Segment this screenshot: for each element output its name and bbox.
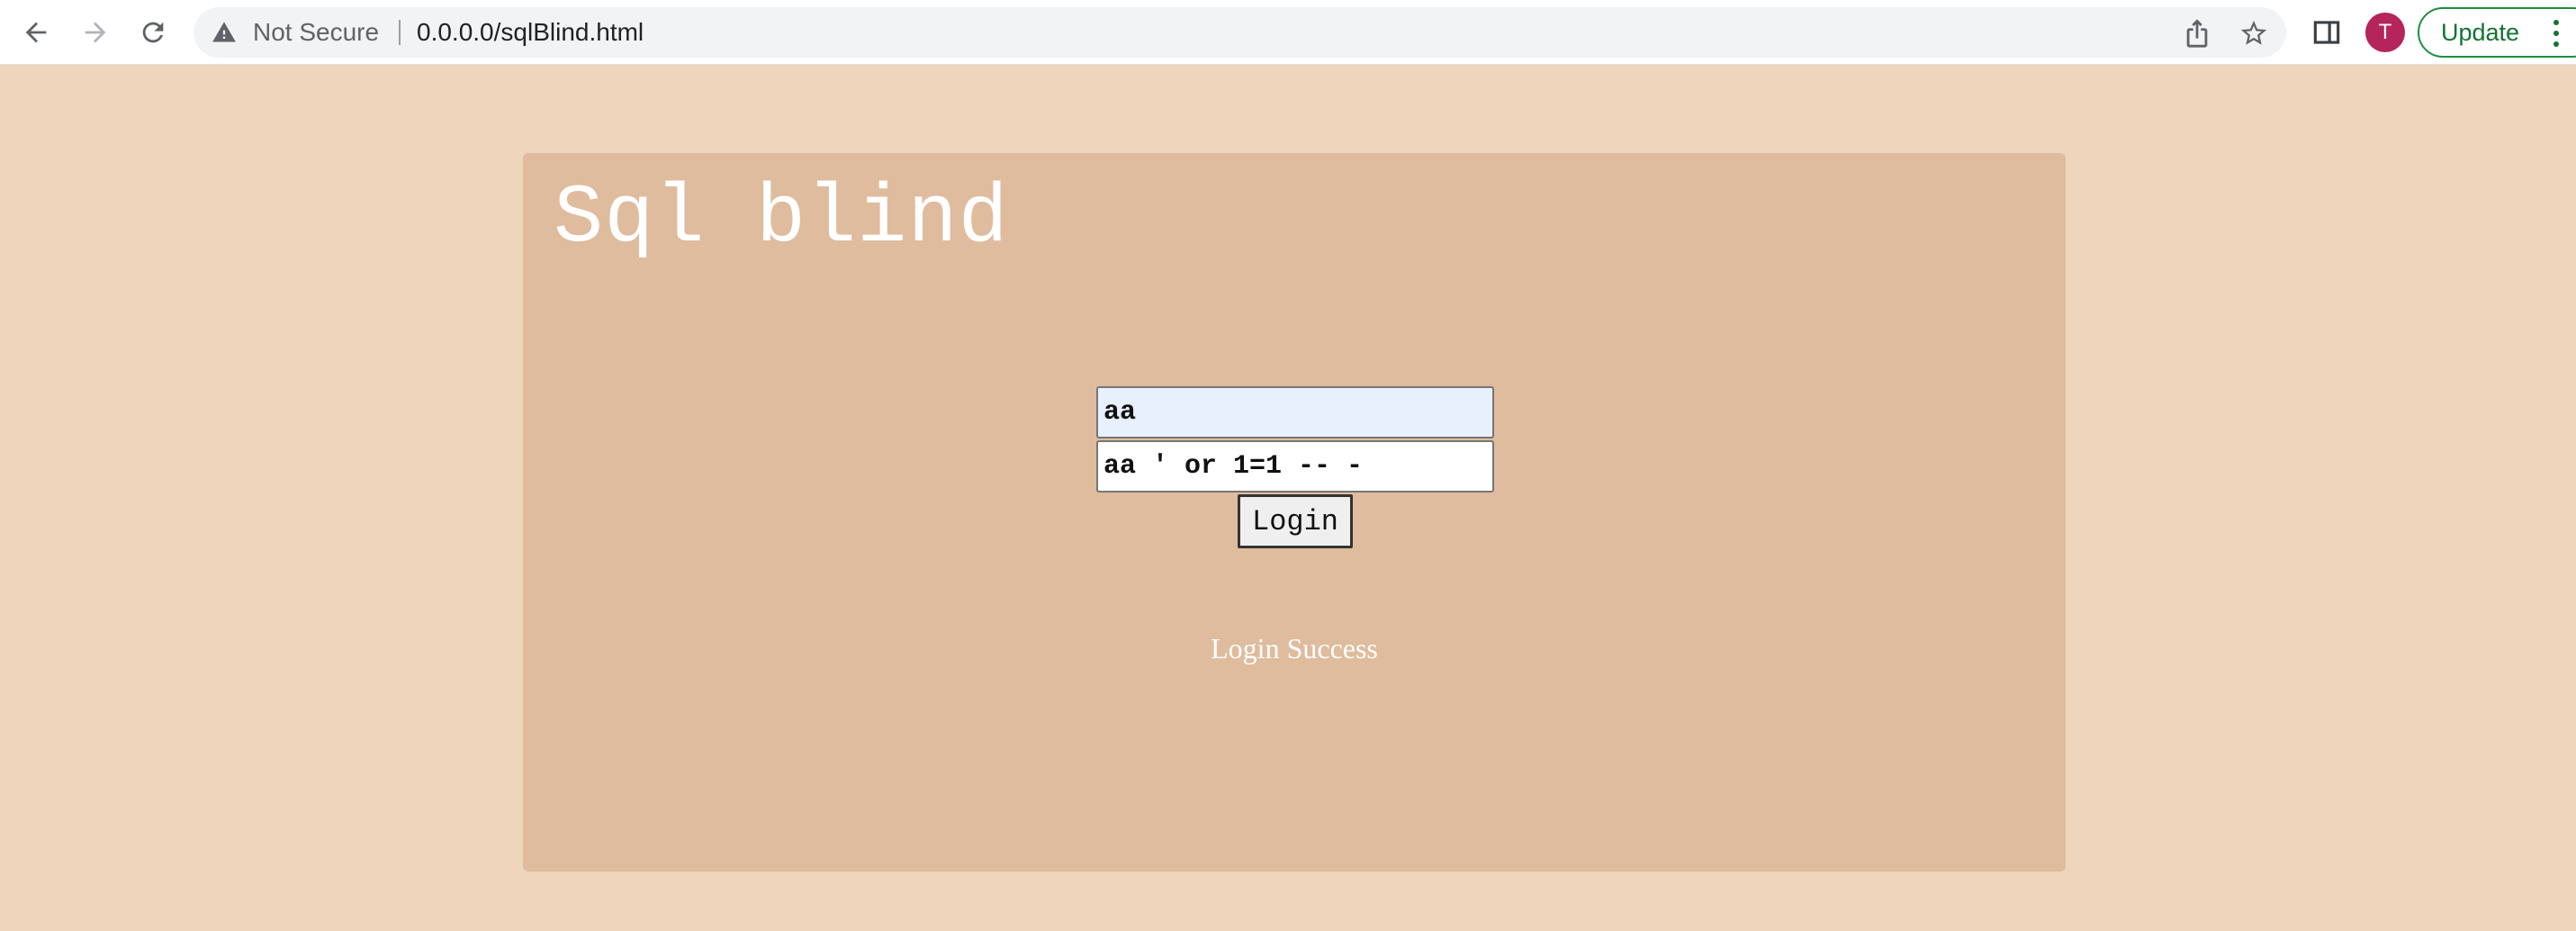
profile-avatar[interactable]: T — [2365, 13, 2405, 52]
warning-icon — [212, 22, 236, 42]
page-title: Sql blind — [554, 171, 1009, 266]
arrow-left-icon — [25, 22, 47, 43]
reload-button[interactable] — [135, 14, 171, 50]
bookmark-star-icon[interactable] — [2238, 18, 2269, 49]
arrow-right-icon — [85, 22, 106, 43]
side-panel-icon[interactable] — [2310, 15, 2344, 50]
omnibox-divider — [399, 20, 401, 45]
login-form: Login — [1096, 386, 1494, 548]
forward-button[interactable] — [77, 14, 113, 50]
password-input[interactable] — [1096, 440, 1494, 493]
reload-icon — [142, 22, 164, 43]
security-status[interactable]: Not Secure — [253, 7, 379, 58]
login-button[interactable]: Login — [1238, 494, 1353, 548]
more-menu-icon[interactable] — [2553, 18, 2560, 49]
back-button[interactable] — [18, 14, 54, 50]
share-icon[interactable] — [2182, 18, 2212, 49]
username-input[interactable] — [1096, 386, 1494, 438]
content-panel: Sql blind Login Login Success — [523, 153, 2066, 872]
browser-toolbar: Not Secure 0.0.0.0/sqlBlind.html T Updat… — [0, 0, 2576, 65]
login-status-message: Login Success — [1211, 632, 1378, 664]
url-text[interactable]: 0.0.0.0/sqlBlind.html — [417, 7, 644, 58]
address-bar[interactable]: Not Secure 0.0.0.0/sqlBlind.html — [194, 7, 2286, 58]
